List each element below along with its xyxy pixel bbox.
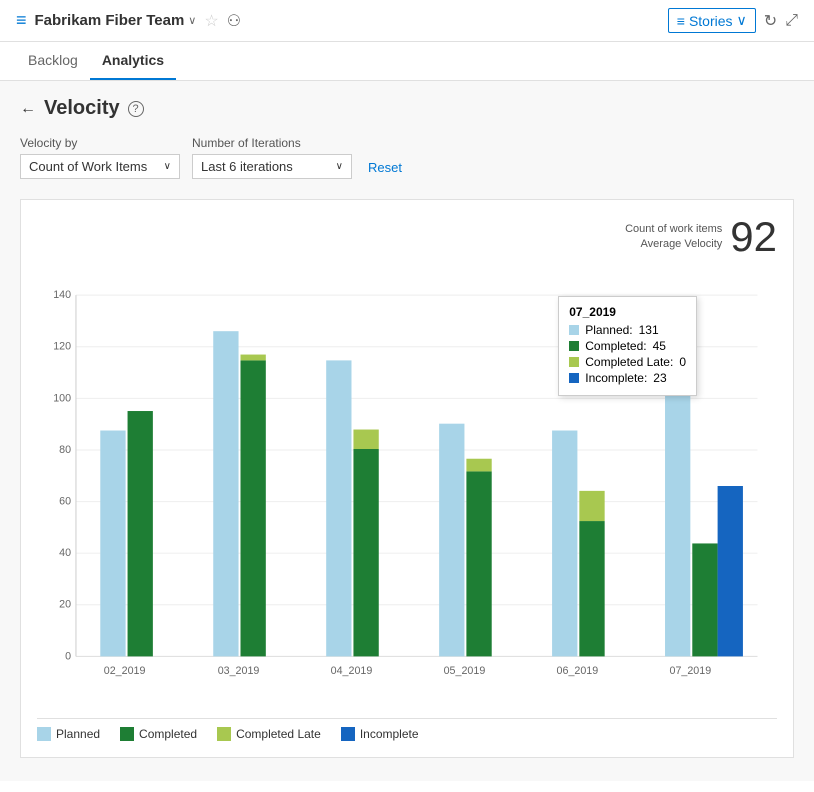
team-chevron-icon[interactable]: ∨ [188,14,196,27]
bar-03-completed [241,360,266,656]
nav-tabs: Backlog Analytics [0,42,814,81]
velocity-by-chevron-icon: ∨ [164,161,171,172]
svg-text:02_2019: 02_2019 [104,665,146,677]
stories-button[interactable]: ≡ Stories ∨ [668,8,756,33]
bar-07-incomplete [718,486,743,656]
bar-04-planned [326,360,351,656]
bar-05-cl [466,459,491,472]
tab-analytics[interactable]: Analytics [90,42,176,80]
legend-completed: Completed [120,727,197,741]
velocity-by-group: Velocity by Count of Work Items ∨ [20,136,180,179]
bar-07-planned [665,328,690,656]
svg-text:03_2019: 03_2019 [218,665,260,677]
legend-completed-late: Completed Late [217,727,321,741]
svg-text:04_2019: 04_2019 [331,665,373,677]
iterations-value: Last 6 iterations [201,159,293,174]
svg-text:05_2019: 05_2019 [444,665,486,677]
bar-06-cl [579,491,604,521]
stories-icon: ≡ [677,13,685,29]
team-name: Fabrikam Fiber Team [35,12,185,29]
svg-text:100: 100 [53,392,71,404]
header: ≡ Fabrikam Fiber Team ∨ ☆ ⚇ ≡ Stories ∨ … [0,0,814,42]
iterations-label: Number of Iterations [192,136,352,150]
svg-text:140: 140 [53,289,71,301]
svg-text:20: 20 [59,599,71,611]
legend-completed-color [120,727,134,741]
chart-container: 0 20 40 60 80 100 120 140 [37,266,777,706]
back-button[interactable]: ← [20,100,36,118]
page-title: Velocity [44,97,120,120]
svg-text:60: 60 [59,496,71,508]
help-icon[interactable]: ? [128,101,144,117]
filters-row: Velocity by Count of Work Items ∨ Number… [20,136,794,179]
bar-04-cl [353,430,378,449]
bar-03-planned [213,331,238,656]
bar-05-completed [466,471,491,656]
svg-text:07_2019: 07_2019 [670,665,712,677]
svg-text:0: 0 [65,650,71,662]
tab-backlog[interactable]: Backlog [16,42,90,80]
velocity-summary: Count of work itemsAverage Velocity 92 [625,216,777,258]
velocity-by-select[interactable]: Count of Work Items ∨ [20,154,180,179]
bar-02-completed [128,411,153,656]
svg-text:06_2019: 06_2019 [557,665,599,677]
page-title-row: ← Velocity ? [20,97,794,120]
favorite-icon[interactable]: ☆ [204,11,218,31]
legend-incomplete: Incomplete [341,727,419,741]
iterations-group: Number of Iterations Last 6 iterations ∨ [192,136,352,179]
legend-completed-label: Completed [139,727,197,741]
legend-planned-color [37,727,51,741]
legend-incomplete-label: Incomplete [360,727,419,741]
svg-text:40: 40 [59,547,71,559]
velocity-by-value: Count of Work Items [29,159,147,174]
header-right: ≡ Stories ∨ ↻ ⤢ [668,8,798,33]
chart-legend: Planned Completed Completed Late Incompl… [37,718,777,741]
legend-incomplete-color [341,727,355,741]
velocity-number: 92 [730,216,777,258]
velocity-label: Count of work itemsAverage Velocity [625,222,722,253]
bar-06-planned [552,431,577,657]
main-content: ← Velocity ? Velocity by Count of Work I… [0,81,814,781]
people-icon[interactable]: ⚇ [227,11,241,31]
legend-cl-label: Completed Late [236,727,321,741]
svg-text:80: 80 [59,444,71,456]
stories-label: Stories [689,13,733,29]
velocity-chart: 0 20 40 60 80 100 120 140 [37,266,777,706]
refresh-icon[interactable]: ↻ [764,11,777,31]
chart-header: Count of work itemsAverage Velocity 92 [37,216,777,258]
legend-planned: Planned [37,727,100,741]
iterations-chevron-icon: ∨ [336,161,343,172]
stories-chevron-icon: ∨ [737,12,747,29]
velocity-by-label: Velocity by [20,136,180,150]
svg-text:120: 120 [53,341,71,353]
bar-05-planned [439,424,464,657]
bar-07-completed [692,543,717,656]
iterations-select[interactable]: Last 6 iterations ∨ [192,154,352,179]
legend-planned-label: Planned [56,727,100,741]
legend-cl-color [217,727,231,741]
chart-area: Count of work itemsAverage Velocity 92 [20,199,794,758]
bar-03-cl [241,355,266,361]
reset-button[interactable]: Reset [364,156,406,179]
expand-icon[interactable]: ⤢ [785,12,798,30]
bar-04-completed [353,449,378,656]
app-icon: ≡ [16,10,27,31]
bar-02-planned [100,431,125,657]
bar-06-completed [579,521,604,656]
